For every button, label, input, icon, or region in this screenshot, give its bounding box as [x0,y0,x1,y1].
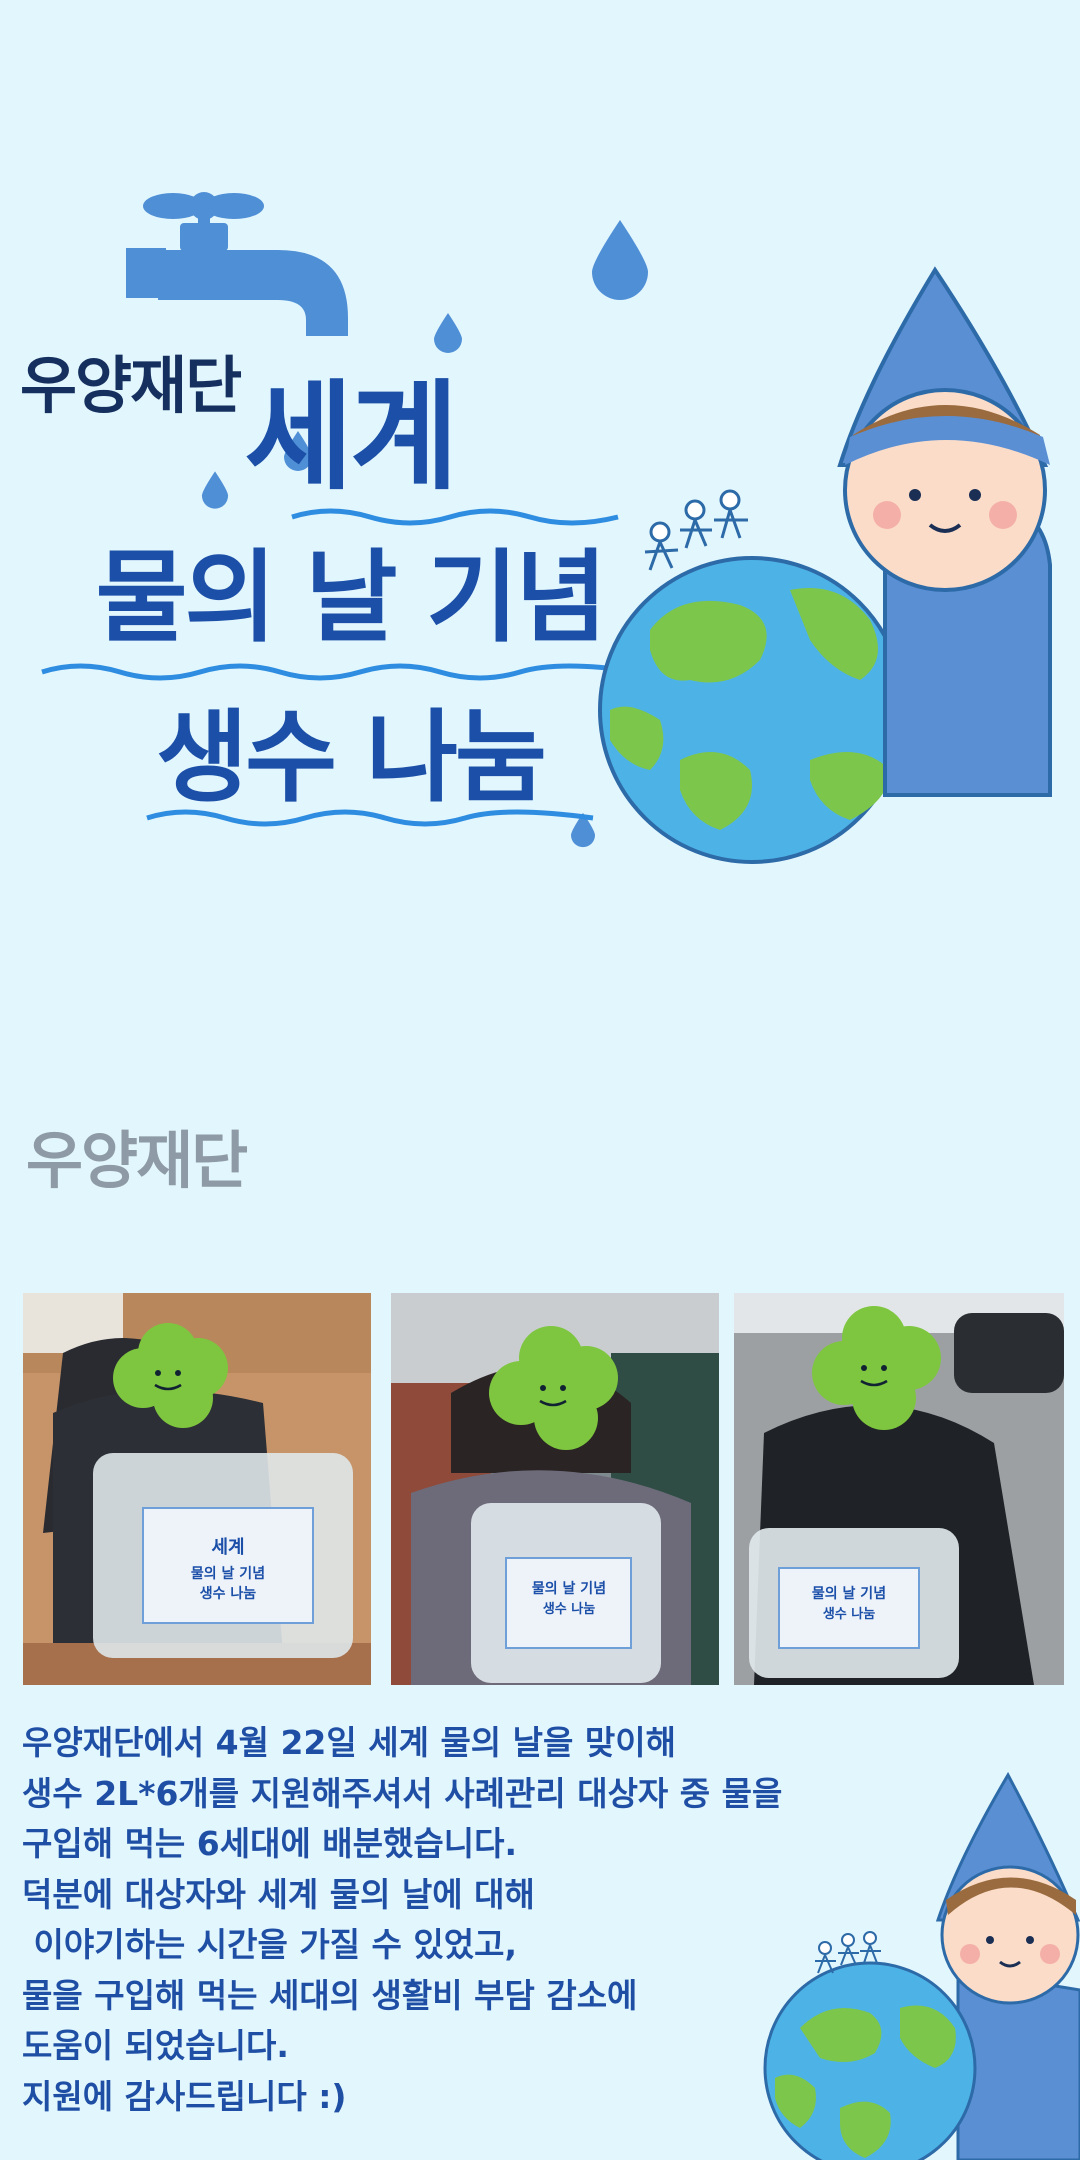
svg-text:세계: 세계 [211,1537,244,1558]
mascot-icon [837,266,1052,797]
water-drop-icon [592,220,648,300]
message-line: 우양재단에서 4월 22일 세계 물의 날을 맞이해 [22,1723,676,1762]
wave-line [41,663,639,681]
water-drop-icon [434,313,462,353]
wave-line [146,809,594,827]
photo-1: 세계 물의 날 기념 생수 나눔 [23,1293,371,1685]
svg-text:생수 나눔: 생수 나눔 [543,1601,595,1617]
svg-text:생수 나눔: 생수 나눔 [823,1606,875,1622]
title-line-1: 세계 [244,368,458,506]
svg-text:물의 날 기념: 물의 날 기념 [191,1565,265,1582]
title-line-2: 물의 날 기념 [95,539,608,656]
svg-text:생수 나눔: 생수 나눔 [200,1586,257,1602]
title-line-3: 생수 나눔 [156,699,547,816]
message-line: 덕분에 대상자와 세계 물의 날에 대해 [22,1874,535,1914]
brand-logo-secondary: 우양재단 [26,1124,248,1197]
message-line: 구입해 먹는 6세대에 배분했습니다. [22,1824,518,1863]
faucet-icon [126,192,348,336]
message-line: 물을 구입해 먹는 세대의 생활비 부담 감소에 [22,1975,638,2015]
message-line: 생수 2L*6개를 지원해주셔서 사례관리 대상자 중 물을 [22,1773,783,1813]
message-text: 우양재단에서 4월 22일 세계 물의 날을 맞이해 생수 2L*6개를 지원해… [22,1718,1022,2122]
photo-2: 물의 날 기념 생수 나눔 [391,1293,719,1685]
message-line: 도움이 되었습니다. [22,2026,289,2065]
svg-text:물의 날 기념: 물의 날 기념 [532,1580,606,1597]
photo-3: 물의 날 기념 생수 나눔 [734,1293,1064,1685]
svg-text:물의 날 기념: 물의 날 기념 [812,1585,886,1602]
wave-line [291,508,619,526]
message-line: 지원에 감사드립니다 :) [22,2076,347,2116]
poster-page: 우양재단 세계 물의 날 기념 생수 나눔 우양재단 세계 물의 날 기념 생수… [0,0,1080,2160]
message-line: 이야기하는 시간을 가질 수 있었고, [22,1925,518,1964]
